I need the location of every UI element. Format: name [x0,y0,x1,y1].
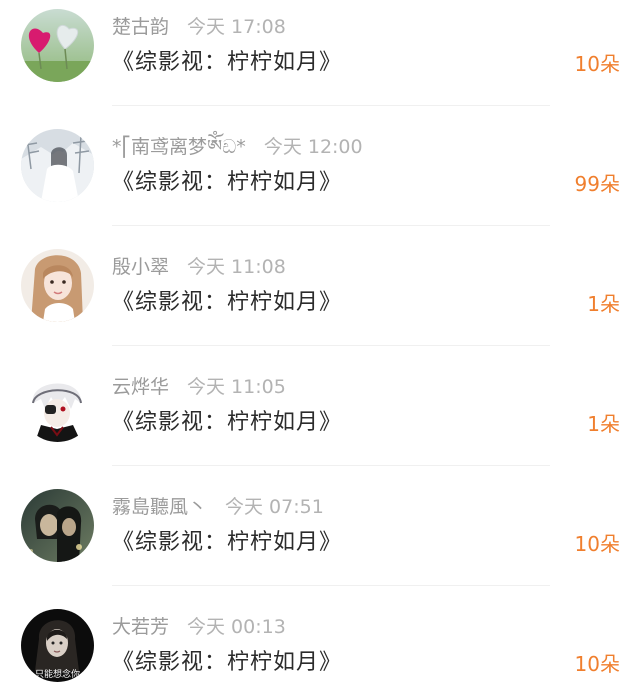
book-title[interactable]: 《综影视：柠柠如月》 [112,286,342,320]
gift-amount: 10朵 [574,52,620,76]
list-item[interactable]: 霧島聽風丶 今天 07:51 《综影视：柠柠如月》 10朵 [0,480,640,600]
girl-photo-avatar[interactable] [21,249,94,322]
user-meta: *⎡南鸢离梦ༀඩ* 今天 12:00 [112,133,363,161]
divider [112,585,550,586]
user-meta: 楚古韵 今天 17:08 [112,13,286,41]
book-title[interactable]: 《综影视：柠柠如月》 [112,526,342,560]
username[interactable]: 大若芳 [112,616,169,638]
avatar-caption: 只能想念你 [35,668,80,680]
anime-boy-avatar[interactable] [21,369,94,442]
list-item[interactable]: 只能想念你 大若芳 今天 00:13 《综影视：柠柠如月》 10朵 [0,600,640,700]
username[interactable]: 云烨华 [112,376,169,398]
couple-dark-avatar[interactable] [21,489,94,562]
divider [112,225,550,226]
gift-amount: 10朵 [574,532,620,556]
book-title[interactable]: 《综影视：柠柠如月》 [112,166,342,200]
user-meta: 霧島聽風丶 今天 07:51 [112,493,324,521]
divider [112,345,550,346]
list-item[interactable]: 殷小翠 今天 11:08 《综影视：柠柠如月》 1朵 [0,240,640,360]
user-meta: 殷小翠 今天 11:08 [112,253,286,281]
timestamp: 今天 11:05 [187,376,286,398]
divider [112,105,550,106]
hearts-avatar[interactable] [21,9,94,82]
timestamp: 今天 17:08 [187,16,286,38]
gift-amount: 10朵 [574,652,620,676]
username[interactable]: 霧島聽風丶 [112,496,207,518]
snow-scene-avatar[interactable] [21,129,94,202]
dark-portrait-avatar[interactable]: 只能想念你 [21,609,94,682]
user-meta: 云烨华 今天 11:05 [112,373,286,401]
username[interactable]: 殷小翠 [112,256,169,278]
username[interactable]: *⎡南鸢离梦ༀඩ* [112,136,246,158]
user-meta: 大若芳 今天 00:13 [112,613,286,641]
list-item[interactable]: 楚古韵 今天 17:08 《综影视：柠柠如月》 10朵 [0,0,640,120]
list-item[interactable]: 云烨华 今天 11:05 《综影视：柠柠如月》 1朵 [0,360,640,480]
timestamp: 今天 11:08 [187,256,286,278]
gift-record-list: 楚古韵 今天 17:08 《综影视：柠柠如月》 10朵 *⎡南鸢离梦ༀඩ* 今天 1… [0,0,640,700]
gift-amount: 1朵 [587,412,620,436]
gift-amount: 1朵 [587,292,620,316]
book-title[interactable]: 《综影视：柠柠如月》 [112,46,342,80]
timestamp: 今天 00:13 [187,616,286,638]
divider [112,465,550,466]
timestamp: 今天 12:00 [263,136,363,158]
book-title[interactable]: 《综影视：柠柠如月》 [112,406,342,440]
list-item[interactable]: *⎡南鸢离梦ༀඩ* 今天 12:00 《综影视：柠柠如月》 99朵 [0,120,640,240]
username[interactable]: 楚古韵 [112,16,169,38]
timestamp: 今天 07:51 [225,496,324,518]
book-title[interactable]: 《综影视：柠柠如月》 [112,646,342,680]
gift-amount: 99朵 [574,172,620,196]
